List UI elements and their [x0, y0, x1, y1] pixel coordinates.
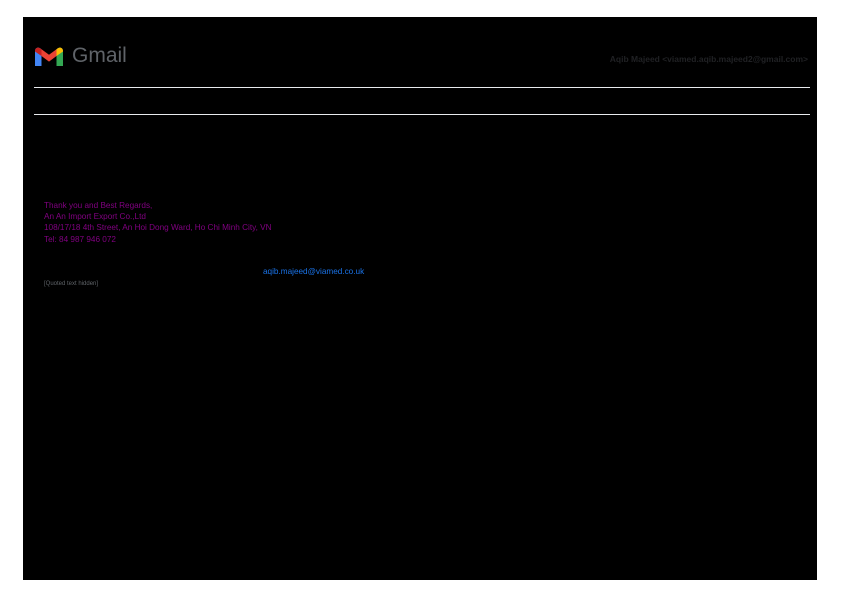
- signature-line: Tel: 84 987 946 072: [44, 234, 116, 244]
- gmail-logo: Gmail: [34, 45, 127, 67]
- signature-line: 108/17/18 4th Street, An Hoi Dong Ward, …: [44, 223, 272, 233]
- divider-top: [34, 87, 810, 88]
- signature-line: Thank you and Best Regards,: [44, 201, 153, 210]
- email-print-page: Gmail Aqib Majeed <viamed.aqib.majeed2@g…: [23, 17, 817, 580]
- email-signature: Thank you and Best Regards, An An Import…: [44, 200, 272, 245]
- email-address-link[interactable]: aqib.majeed@viamed.co.uk: [263, 267, 364, 276]
- divider-bottom: [34, 114, 810, 115]
- account-email: Aqib Majeed <viamed.aqib.majeed2@gmail.c…: [609, 54, 808, 64]
- gmail-wordmark: Gmail: [72, 44, 127, 67]
- gmail-m-icon: [34, 45, 64, 67]
- signature-line: An An Import Export Co.,Ltd: [44, 212, 146, 222]
- quoted-text-toggle[interactable]: [Quoted text hidden]: [44, 281, 98, 287]
